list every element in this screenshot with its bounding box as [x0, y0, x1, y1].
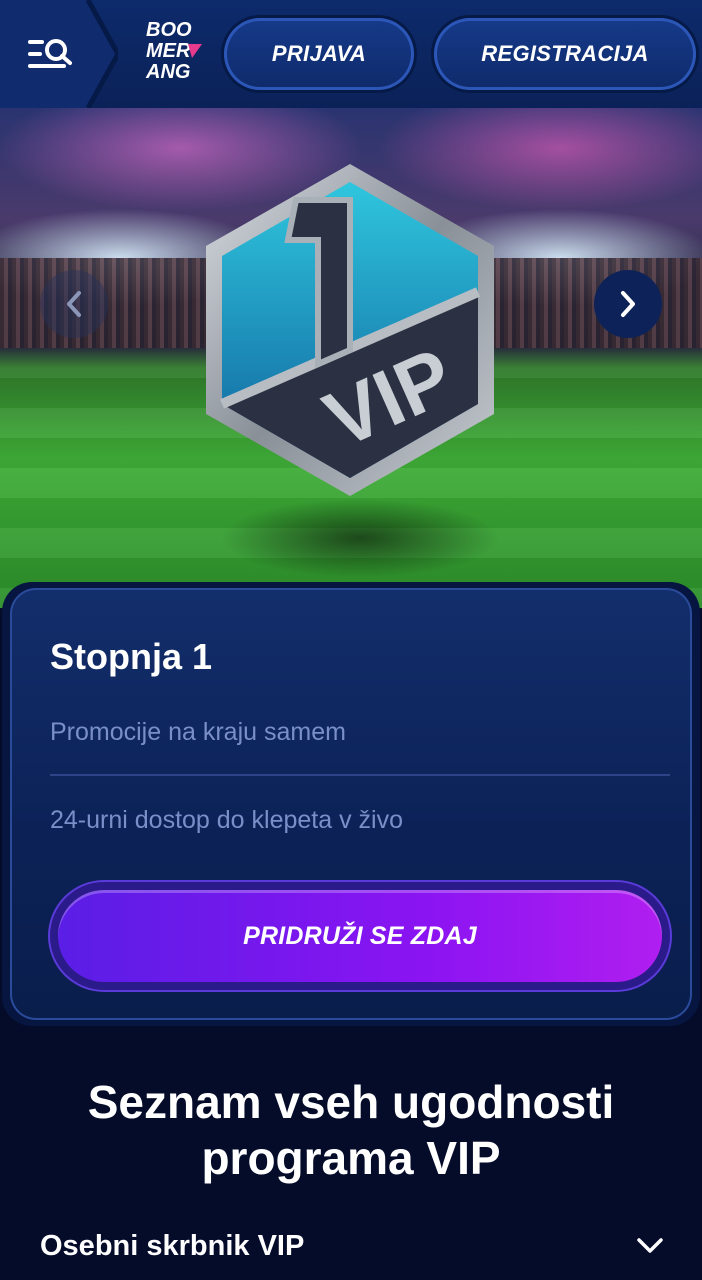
logo-line-2: MER	[146, 41, 212, 62]
benefit-item: 24-urni dostop do klepeta v živo	[50, 806, 403, 834]
vip-level-card: Stopnja 1 Promocije na kraju samem 24-ur…	[2, 582, 700, 1026]
section-title-line-2: programa VIP	[201, 1132, 501, 1184]
chevron-left-icon	[67, 291, 81, 317]
logo-line-1: BOO	[146, 19, 192, 41]
benefits-section-title: Seznam vseh ugodnosti programa VIP	[0, 1074, 702, 1186]
hero-banner: VIP	[0, 108, 702, 608]
join-now-button[interactable]: PRIDRUŽI SE ZDAJ	[50, 882, 670, 990]
level-title: Stopnja 1	[50, 636, 213, 677]
accordion-personal-manager[interactable]: Osebni skrbnik VIP	[40, 1222, 664, 1270]
login-button[interactable]: PRIJAVA	[224, 18, 414, 90]
brand-logo[interactable]: BOO MER ANG	[146, 20, 212, 90]
accordion-label: Osebni skrbnik VIP	[40, 1229, 305, 1262]
section-title-line-1: Seznam vseh ugodnosti	[87, 1076, 615, 1128]
register-button[interactable]: REGISTRACIJA	[434, 18, 696, 90]
chevron-down-icon	[637, 1238, 663, 1253]
divider	[50, 774, 670, 776]
menu-button[interactable]	[0, 0, 118, 108]
join-now-label: PRIDRUŽI SE ZDAJ	[58, 890, 662, 982]
carousel-next-button[interactable]	[594, 270, 662, 338]
vip-level-badge: VIP	[206, 164, 494, 496]
logo-line-3: ANG	[146, 61, 191, 83]
benefit-item: Promocije na kraju samem	[50, 718, 346, 746]
badge-shadow	[220, 498, 500, 578]
menu-search-icon	[28, 39, 72, 68]
top-header: BOO MER ANG PRIJAVA REGISTRACIJA	[0, 0, 702, 108]
carousel-prev-button[interactable]	[40, 270, 108, 338]
chevron-right-icon	[621, 291, 635, 317]
